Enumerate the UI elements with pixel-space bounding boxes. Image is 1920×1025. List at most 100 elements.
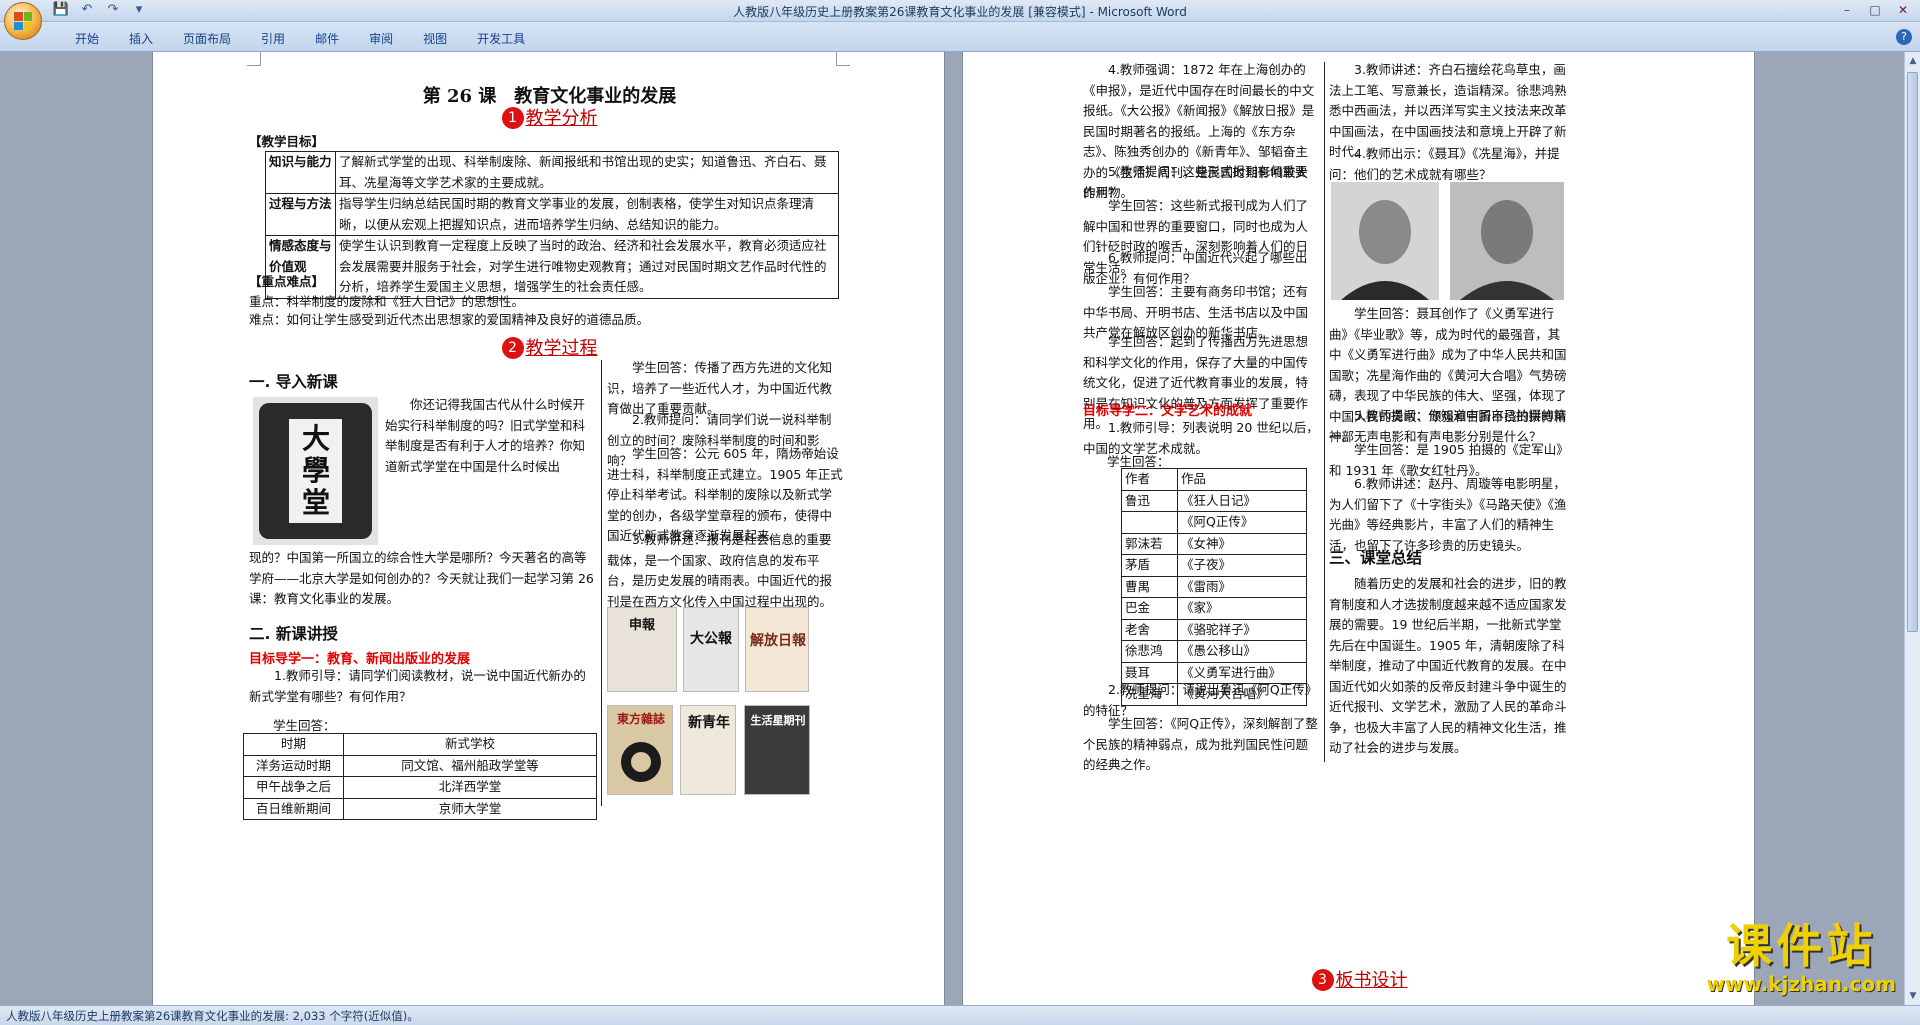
section-number: 2	[501, 337, 524, 359]
section-label: 板书设计	[1335, 970, 1408, 991]
table-cell: 《骆驼祥子》	[1177, 618, 1307, 641]
tab-developer[interactable]: 开发工具	[462, 28, 540, 49]
intro-rest-text: 现的？中国第一所国立的综合性大学是哪所？今天著名的高等学府——北京大学是如何创办…	[249, 550, 594, 606]
tab-insert[interactable]: 插入	[114, 28, 168, 49]
magazine-name: 生活星期刊	[750, 714, 806, 727]
table-row: 曹禺 《雷雨》	[1121, 575, 1307, 598]
goal-value: 指导学生归纳总结民国时期的教育文学事业的发展，创制表格，使学生对知识点条理清晰，…	[335, 193, 839, 236]
scroll-up-icon[interactable]: ▲	[1906, 54, 1920, 68]
r-c1-j: 学生回答：《阿Q正传》，深刻解剖了整个民族的精神弱点，成为批判国民性问题的经典之…	[1083, 716, 1318, 772]
table-row: 时期 新式学校	[243, 733, 597, 756]
table-cell: 曹禺	[1121, 575, 1178, 598]
table-cell: 北洋西学堂	[343, 776, 597, 799]
table-cell: 甲午战争之后	[243, 776, 344, 799]
table-header: 时期	[243, 733, 344, 756]
minimize-button[interactable]: –	[1834, 1, 1860, 19]
close-button[interactable]: ✕	[1890, 1, 1916, 19]
col2-talk-d: 3.教师讲述：报刊是社会信息的重要载体，是一个国家、政府信息的发布平台，是历史发…	[607, 532, 833, 609]
office-button[interactable]	[4, 2, 42, 40]
table-cell: 老舍	[1121, 618, 1178, 641]
goal-value: 使学生认识到教育一定程度上反映了当时的政治、经济和社会发展水平，教育必须适应社会…	[335, 235, 839, 299]
window-controls: – □ ✕	[1834, 1, 1916, 19]
table-cell	[1121, 511, 1178, 534]
table-row: 过程与方法 指导学生归纳总结民国时期的教育文学事业的发展，创制表格，使学生对知识…	[265, 193, 839, 236]
watermark-logo: 课件站 www.kjzhan.com	[1706, 920, 1896, 996]
vertical-scrollbar[interactable]: ▲ ▼	[1904, 52, 1920, 1005]
goal-key: 过程与方法	[265, 193, 336, 236]
status-text: 人教版八年级历史上册教案第26课教育文化事业的发展: 2,033 个字符(近似值…	[6, 1009, 419, 1023]
table-row: 茅盾 《子夜》	[1121, 554, 1307, 577]
magazine-image: 東方雜誌	[607, 705, 673, 795]
r-c2-f: 6.教师讲述：赵丹、周璇等电影明星，为人们留下了《十字街头》《马路天使》《渔光曲…	[1329, 476, 1567, 553]
table-row: 《阿Q正传》	[1121, 511, 1307, 534]
margin-corner	[247, 52, 261, 66]
difficult-point: 难点：如何让学生感受到近代杰出思想家的爱国精神及良好的道德品质。	[249, 312, 650, 327]
margin-corner	[836, 52, 850, 66]
section-number: 3	[1311, 969, 1334, 991]
table-cell: 徐悲鸿	[1121, 640, 1178, 663]
summary-heading: 三、课堂总结	[1329, 549, 1423, 567]
newspaper-name: 申報	[628, 618, 655, 633]
office-logo-icon	[14, 12, 32, 30]
newspaper-name: 解放日報	[750, 633, 806, 649]
table-row: 徐悲鸿 《愚公移山》	[1121, 640, 1307, 663]
table-cell: 《子夜》	[1177, 554, 1307, 577]
magazine-image: 新青年	[680, 705, 736, 795]
table-cell: 鲁迅	[1121, 489, 1178, 512]
table-cell: 洋务运动时期	[243, 754, 344, 777]
section-heading-board: 3 板书设计	[963, 966, 1754, 992]
tab-references[interactable]: 引用	[246, 28, 300, 49]
newspaper-image: 解放日報	[745, 607, 809, 692]
teacher-guide-1: 1.教师引导：请同学们阅读教材，说一说中国近代新办的新式学堂有哪些？有何作用？	[249, 668, 586, 704]
plaque-text: 大學堂	[301, 422, 330, 519]
plaque-image: 大學堂	[253, 397, 378, 545]
magazine-name: 新青年	[688, 715, 730, 731]
section-label: 教学过程	[525, 338, 598, 359]
r-c2-g: 随着历史的发展和社会的进步，旧的教育制度和人才选拔制度越来越不适应国家发展的需要…	[1329, 576, 1567, 755]
ribbon-tab-bar: 开始 插入 页面布局 引用 邮件 审阅 视图 开发工具 ?	[0, 22, 1920, 52]
document-area: 第 26 课 教育文化事业的发展 1 教学分析 【教学目标】 知识与能力 了解新式…	[0, 52, 1904, 1005]
tab-review[interactable]: 审阅	[354, 28, 408, 49]
table-cell: 百日维新期间	[243, 797, 344, 820]
key-points-heading: 【重点难点】	[249, 274, 325, 289]
tab-mailings[interactable]: 邮件	[300, 28, 354, 49]
page-left[interactable]: 第 26 课 教育文化事业的发展 1 教学分析 【教学目标】 知识与能力 了解新式…	[152, 52, 945, 1005]
help-icon[interactable]: ?	[1896, 29, 1912, 45]
table-row: 巴金 《家》	[1121, 597, 1307, 620]
table-cell: 《阿Q正传》	[1177, 511, 1307, 534]
table-cell: 京师大学堂	[343, 797, 597, 820]
table-header: 作品	[1177, 468, 1307, 491]
tab-view[interactable]: 视图	[408, 28, 462, 49]
portrait-drawing	[1460, 200, 1554, 300]
section-label: 教学分析	[525, 108, 598, 129]
table-cell: 茅盾	[1121, 554, 1178, 577]
window-title: 人教版八年级历史上册教案第26课教育文化事业的发展 [兼容模式] - Micro…	[733, 5, 1187, 19]
goal2-heading: 目标导学二：文学艺术的成就	[1083, 404, 1253, 419]
newspaper-image: 申報	[607, 607, 677, 692]
table-cell: 《愚公移山》	[1177, 640, 1307, 663]
schools-table: 时期 新式学校 洋务运动时期 同文馆、福州船政学堂等 甲午战争之后 北洋西学堂 …	[243, 733, 597, 820]
watermark-title: 课件站	[1726, 919, 1877, 973]
maximize-button[interactable]: □	[1862, 1, 1888, 19]
page-right[interactable]: 4.教师强调：1872 年在上海创办的《申报》，是近代中国存在时间最长的中文报纸…	[962, 52, 1755, 1005]
scroll-down-icon[interactable]: ▼	[1906, 989, 1920, 1003]
section-heading-process: 2 教学过程	[153, 334, 944, 360]
magazine-name: 東方雜誌	[616, 712, 665, 726]
goals-table: 知识与能力 了解新式学堂的出现、科举制废除、新闻报纸和书馆出现的史实；知道鲁迅、…	[265, 151, 839, 299]
intro-side-text: 你还记得我国古代从什么时候开始实行科举制度的吗？旧式学堂和科举制度是否有利于人才…	[385, 397, 586, 474]
scrollbar-thumb[interactable]	[1907, 72, 1918, 632]
table-header: 新式学校	[343, 733, 597, 756]
table-cell: 《雷雨》	[1177, 575, 1307, 598]
table-cell: 郭沫若	[1121, 532, 1178, 555]
section-number: 1	[501, 107, 524, 129]
portrait-photo	[1331, 182, 1439, 300]
works-table: 作者 作品 鲁迅 《狂人日记》 《阿Q正传》 郭沫若 《女神》 茅盾 《子夜》 曹禺 《雷…	[1121, 468, 1307, 706]
goals-heading: 【教学目标】	[249, 134, 325, 149]
tab-home[interactable]: 开始	[60, 28, 114, 49]
ribbon-tabs: 开始 插入 页面布局 引用 邮件 审阅 视图 开发工具	[60, 28, 540, 49]
table-row: 百日维新期间 京师大学堂	[243, 797, 597, 820]
table-row: 作者 作品	[1121, 468, 1307, 491]
column-divider	[1324, 62, 1325, 762]
tab-page-layout[interactable]: 页面布局	[168, 28, 246, 49]
table-row: 洋务运动时期 同文馆、福州船政学堂等	[243, 754, 597, 777]
